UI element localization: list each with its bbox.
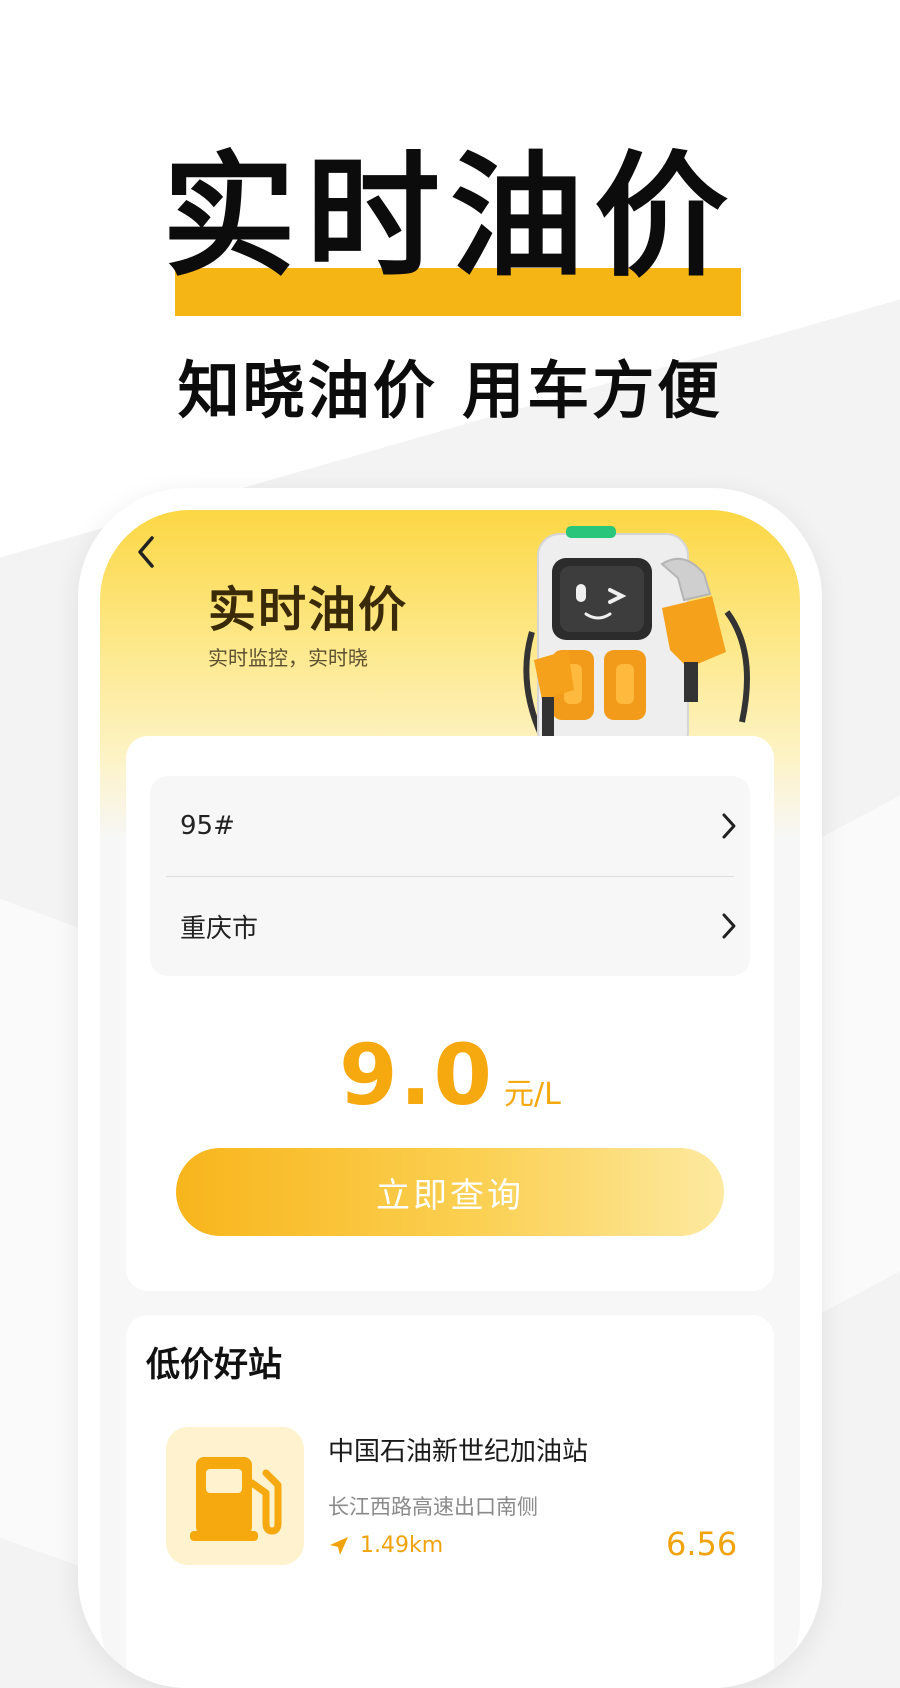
app-screen: 实时油价 实时监控，实时晓 95# 重庆市 9.0 元/L 立即查询 低价好站 …	[100, 510, 800, 1688]
section-title: 低价好站	[146, 1345, 282, 1385]
city-value: 重庆市	[180, 913, 259, 944]
station-price: 6.56	[666, 1525, 738, 1563]
screen-subtitle: 实时监控，实时晓	[208, 646, 368, 670]
selector-group: 95# 重庆市	[150, 776, 750, 976]
station-distance: 1.49km	[328, 1533, 443, 1558]
price-unit: 元/L	[503, 1077, 561, 1112]
back-icon[interactable]	[132, 532, 162, 572]
navigation-arrow-icon	[330, 1536, 348, 1555]
screen-title: 实时油价	[208, 582, 409, 638]
fuel-pump-icon	[190, 1457, 282, 1541]
station-address: 长江西路高速出口南侧	[328, 1495, 538, 1519]
chevron-right-icon	[722, 913, 736, 939]
fuel-pump-illustration	[523, 526, 750, 752]
city-selector[interactable]: 重庆市	[180, 876, 750, 976]
hero-subtitle: 知晓油价 用车方便	[177, 354, 723, 427]
price-display: 9.0 元/L	[126, 1026, 774, 1124]
hero-title: 实时油价	[161, 139, 738, 295]
distance-value: 1.49km	[360, 1533, 444, 1558]
price-value: 9.0	[339, 1026, 494, 1124]
fuel-type-value: 95#	[180, 811, 235, 841]
low-price-stations-card: 低价好站 中国石油新世纪加油站 长江西路高速出口南侧 1.49km 6.56	[126, 1315, 774, 1688]
station-icon-box	[166, 1427, 304, 1565]
query-card: 95# 重庆市 9.0 元/L 立即查询	[126, 736, 774, 1291]
chevron-right-icon	[722, 813, 736, 839]
query-now-button[interactable]: 立即查询	[176, 1148, 724, 1236]
station-name: 中国石油新世纪加油站	[328, 1437, 589, 1467]
phone-mockup: 实时油价 实时监控，实时晓 95# 重庆市 9.0 元/L 立即查询 低价好站 …	[78, 488, 822, 1688]
page: { "hero": { "title": "实时油价", "subtitle":…	[0, 0, 900, 1688]
fuel-type-selector[interactable]: 95#	[180, 776, 750, 876]
